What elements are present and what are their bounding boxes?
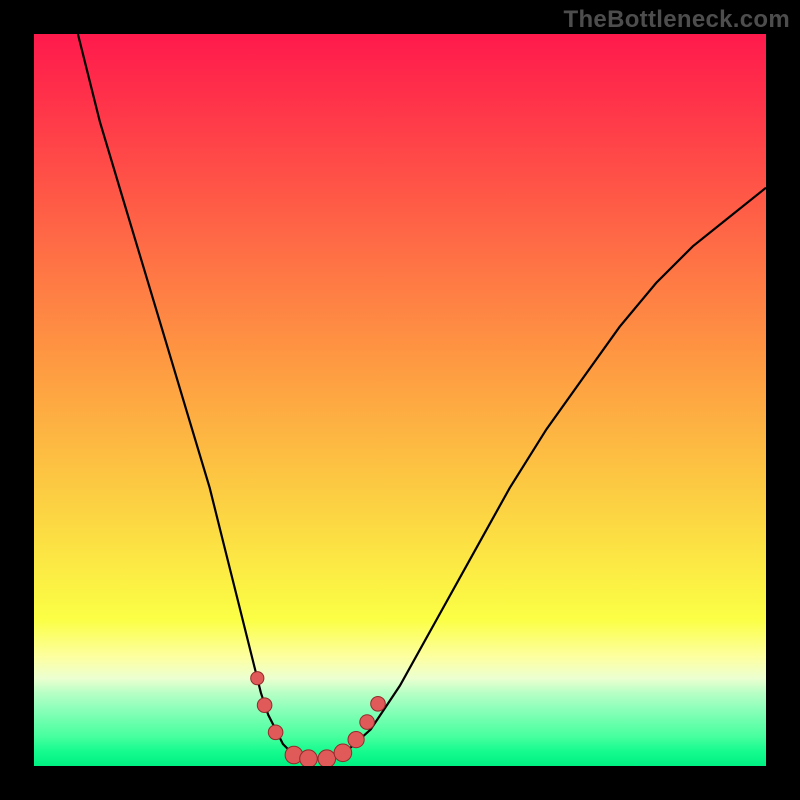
data-marker bbox=[348, 732, 364, 748]
data-marker bbox=[257, 698, 272, 713]
data-marker bbox=[371, 697, 386, 712]
plot-area bbox=[34, 34, 766, 766]
watermark-text: TheBottleneck.com bbox=[564, 6, 790, 34]
data-marker bbox=[300, 750, 318, 766]
chart-frame: TheBottleneck.com bbox=[0, 0, 800, 800]
data-marker bbox=[268, 725, 283, 740]
bottleneck-curve bbox=[78, 34, 766, 759]
data-marker bbox=[251, 672, 264, 685]
data-marker bbox=[360, 715, 375, 730]
chart-svg bbox=[34, 34, 766, 766]
data-marker bbox=[334, 744, 352, 762]
data-marker bbox=[318, 750, 336, 766]
